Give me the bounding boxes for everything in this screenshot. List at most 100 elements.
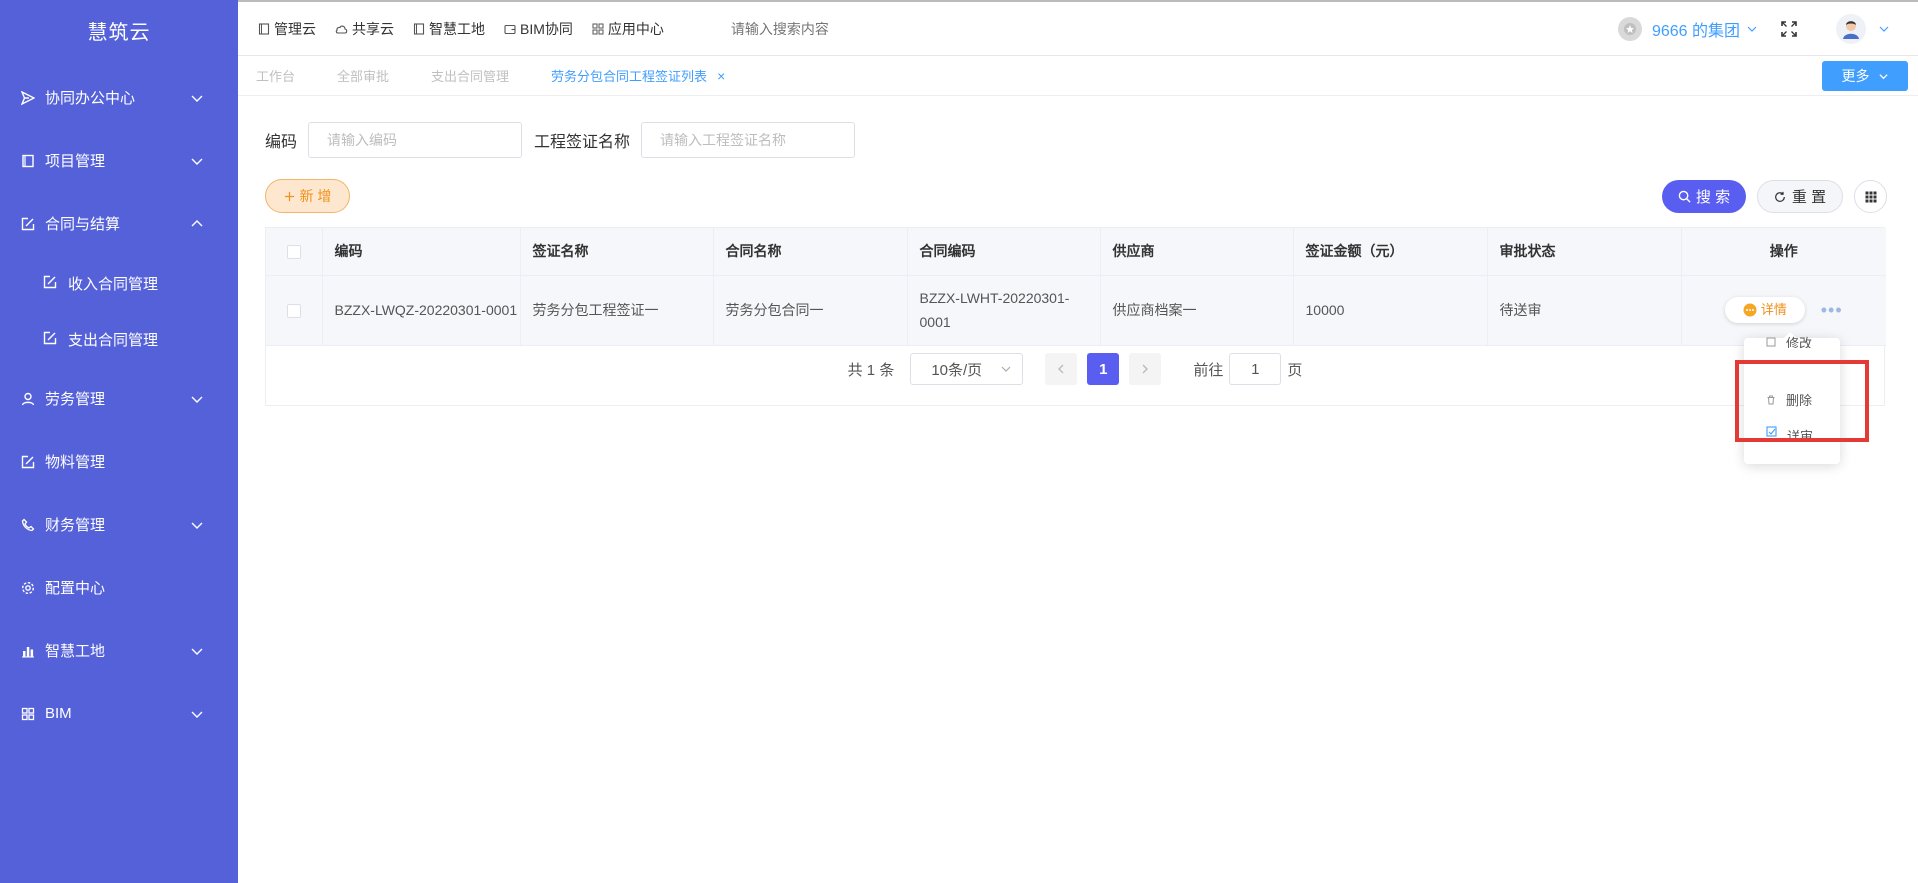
plus-icon — [284, 191, 294, 201]
grid-icon — [1865, 191, 1876, 202]
sidebar-item-labor[interactable]: 劳务管理 — [0, 367, 238, 430]
goto-page: 前往 页 — [1193, 353, 1302, 385]
goto-suffix: 页 — [1287, 361, 1303, 379]
sidebar-item-label: BIM — [45, 705, 72, 722]
sidebar-item-material[interactable]: 物料管理 — [0, 430, 238, 493]
dropdown-item-review[interactable]: 详审 — [1766, 426, 1813, 438]
page-size-value: 10条/页 — [931, 361, 983, 379]
prev-page-button[interactable] — [1045, 353, 1078, 385]
column-header: 签证名称 — [520, 228, 714, 276]
page-size-select[interactable]: 10条/页 — [910, 353, 1024, 385]
sidebar-subitem-expense-contract[interactable]: 支出合同管理 — [0, 311, 238, 367]
sidebar-item-label: 物料管理 — [45, 454, 106, 471]
sidebar-subitem-income-contract[interactable]: 收入合同管理 — [0, 255, 238, 311]
chevron-down-icon — [191, 648, 203, 655]
topnav-bim[interactable]: BIM协同 — [504, 19, 573, 39]
dropdown-item-delete[interactable]: 删除 — [1766, 390, 1812, 409]
topnav-label: 智慧工地 — [429, 20, 485, 37]
column-settings-button[interactable] — [1854, 180, 1887, 213]
topnav-app-center[interactable]: 应用中心 — [592, 19, 664, 39]
cell-visa-name: 劳务分包工程签证一 — [520, 275, 714, 346]
data-table: 编码 签证名称 合同名称 合同编码 供应商 签证金额（元） 审批状态 操作 BZ… — [265, 227, 1886, 406]
chevron-down-icon — [191, 95, 203, 102]
next-page-button[interactable] — [1129, 353, 1162, 385]
visa-name-input[interactable] — [641, 122, 856, 158]
tab-labor-visa-list[interactable]: 劳务分包合同工程签证列表 × — [551, 66, 725, 85]
sidebar-item-label: 劳务管理 — [45, 391, 106, 408]
topnav-label: 管理云 — [274, 20, 316, 37]
org-avatar — [1617, 17, 1642, 41]
cell-supplier: 供应商档案一 — [1100, 275, 1294, 346]
global-search-input[interactable] — [730, 20, 951, 37]
sidebar-item-bim[interactable]: BIM — [0, 682, 238, 745]
page-button[interactable]: 1 — [1087, 353, 1120, 385]
table-header-row: 编码 签证名称 合同名称 合同编码 供应商 签证金额（元） 审批状态 操作 — [266, 228, 1886, 276]
code-label: 编码 — [265, 134, 298, 151]
dropdown-item-edit[interactable]: 修改 — [1766, 336, 1812, 348]
chevron-up-icon — [191, 219, 203, 226]
org-switcher[interactable]: 9666 的集团 — [1652, 17, 1740, 41]
chevron-down-icon[interactable] — [1746, 23, 1758, 35]
code-input[interactable] — [308, 122, 523, 158]
more-button[interactable]: 更多 — [1822, 61, 1908, 91]
sidebar-item-label: 收入合同管理 — [68, 275, 159, 293]
sidebar-item-finance[interactable]: 财务管理 — [0, 493, 238, 556]
edit-doc-icon — [43, 331, 59, 347]
top-nav: 管理云 共享云 智慧工地 BIM协同 应用中心 — [238, 19, 951, 39]
column-header: 审批状态 — [1487, 228, 1682, 276]
sidebar-item-contract[interactable]: 合同与结算 — [0, 192, 238, 255]
more-actions-icon[interactable]: ••• — [1821, 298, 1843, 322]
tab-all-approvals[interactable]: 全部审批 — [337, 66, 389, 85]
visa-name-label: 工程签证名称 — [534, 134, 631, 151]
sidebar-item-config[interactable]: 配置中心 — [0, 556, 238, 619]
select-all-checkbox[interactable] — [286, 245, 301, 260]
column-header: 合同名称 — [713, 228, 908, 276]
user-icon — [20, 391, 36, 407]
reset-button[interactable]: 重 置 — [1757, 180, 1843, 213]
column-header: 编码 — [322, 228, 521, 276]
tab-bar: 工作台 全部审批 支出合同管理 劳务分包合同工程签证列表 × 更多 — [238, 56, 1918, 96]
column-header: 合同编码 — [907, 228, 1101, 276]
column-header: 操作 — [1681, 228, 1886, 276]
edit-doc-icon — [20, 216, 36, 232]
user-avatar[interactable] — [1836, 14, 1866, 44]
chevron-down-icon — [191, 711, 203, 718]
search-icon — [1678, 190, 1691, 203]
more-label: 更多 — [1841, 68, 1870, 84]
detail-button[interactable]: 详情 — [1724, 297, 1805, 324]
tab-workbench[interactable]: 工作台 — [256, 66, 295, 85]
sidebar-item-collab[interactable]: 协同办公中心 — [0, 66, 238, 129]
topnav-label: 应用中心 — [607, 20, 664, 37]
cell-amount: 10000 — [1293, 275, 1488, 346]
close-icon[interactable]: × — [717, 68, 725, 84]
fullscreen-icon[interactable] — [1780, 20, 1798, 38]
pagination: 共 1 条 10条/页 1 前往 页 — [266, 345, 1884, 393]
wallet-icon — [504, 24, 516, 34]
more-circle-icon — [1743, 303, 1757, 317]
column-header: 供应商 — [1100, 228, 1294, 276]
topnav-share-cloud[interactable]: 共享云 — [335, 19, 394, 39]
chevron-down-icon — [191, 522, 203, 529]
sidebar-item-project[interactable]: 项目管理 — [0, 129, 238, 192]
sidebar-item-label: 配置中心 — [45, 580, 106, 597]
topnav-smart-site[interactable]: 智慧工地 — [413, 19, 485, 39]
sidebar-item-smart-site[interactable]: 智慧工地 — [0, 619, 238, 682]
table-row: BZZX-LWQZ-20220301-0001 劳务分包工程签证一 劳务分包合同… — [266, 275, 1886, 346]
sidebar-item-label: 支出合同管理 — [68, 331, 159, 349]
app-logo: 慧筑云 — [87, 22, 151, 44]
grid-icon — [20, 706, 36, 722]
dropdown-item-label: 修改 — [1786, 336, 1813, 348]
column-header: 签证金额（元） — [1293, 228, 1488, 276]
goto-page-input[interactable] — [1229, 353, 1282, 385]
search-button[interactable]: 搜 索 — [1662, 180, 1746, 213]
detail-label: 详情 — [1760, 302, 1787, 318]
add-button[interactable]: 新 增 — [265, 179, 350, 213]
row-select-cell — [266, 275, 323, 346]
chevron-down-icon[interactable] — [1878, 23, 1890, 35]
tab-expense-contract[interactable]: 支出合同管理 — [431, 66, 509, 85]
topnav-manage-cloud[interactable]: 管理云 — [258, 19, 316, 39]
cell-contract-name: 劳务分包合同一 — [713, 275, 908, 346]
row-checkbox[interactable] — [286, 304, 301, 319]
topnav-label: BIM协同 — [520, 20, 573, 37]
topnav-label: 共享云 — [352, 20, 394, 37]
